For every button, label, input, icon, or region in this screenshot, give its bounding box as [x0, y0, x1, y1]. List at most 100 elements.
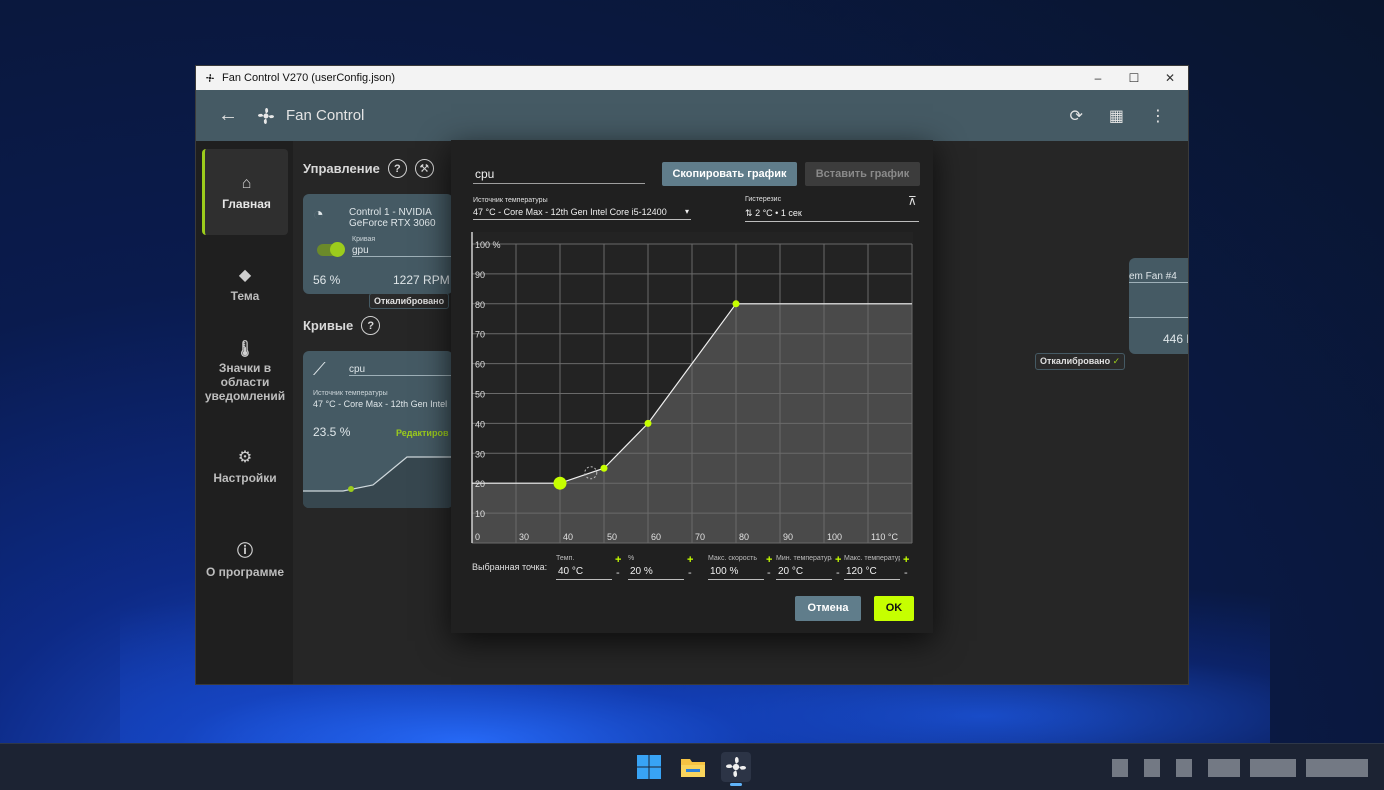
y-tick-label: 60: [475, 360, 485, 370]
y-tick-label: 50: [475, 390, 485, 400]
source-value: 47 °C - Core Max - 12th Gen Intel: [313, 399, 448, 409]
controls-title-text: Управление: [303, 161, 380, 176]
max-speed-minus-button[interactable]: -: [767, 567, 771, 579]
x-tick-label: 30: [519, 532, 529, 542]
check-circle-icon: ✓: [1112, 356, 1121, 366]
tray-icon[interactable]: [1250, 759, 1296, 777]
close-button[interactable]: ✕: [1152, 71, 1188, 85]
max-speed-label: Макс. скорость: [708, 555, 758, 562]
y-tick-label: 70: [475, 330, 485, 340]
fan-small-icon: [206, 74, 214, 82]
percent-plus-button[interactable]: +: [687, 554, 693, 566]
refresh-icon[interactable]: ⟳: [1069, 106, 1082, 126]
min-temp-plus-button[interactable]: +: [835, 554, 841, 566]
max-speed-field[interactable]: Макс. скорость 100 %: [708, 555, 764, 580]
x-tick-label: 70: [695, 532, 705, 542]
max-temp-plus-button[interactable]: +: [903, 554, 909, 566]
window-title: Fan Control V270 (userConfig.json): [222, 72, 396, 84]
y-tick-label: 30: [475, 449, 485, 459]
min-temp-field[interactable]: Мин. температура 20 °C: [776, 555, 832, 580]
wrench-icon[interactable]: ⚒: [414, 159, 434, 178]
tray-icon[interactable]: [1176, 759, 1192, 777]
temp-field-value[interactable]: 40 °C: [556, 564, 612, 580]
percent-field[interactable]: % 20 %: [628, 555, 684, 580]
fan-curve-chart[interactable]: 100 %9080706050403020100 30 40 50 60 70 80 90 10…: [471, 232, 913, 544]
sidebar-item-label: Главная: [222, 197, 271, 211]
percent-field-value[interactable]: 20 %: [628, 564, 684, 580]
y-tick-label: 40: [475, 419, 485, 429]
controls-section-title: Управление ? ⚒: [303, 159, 434, 178]
line-chart-icon: ⟋: [313, 359, 326, 379]
tray-icon[interactable]: [1144, 759, 1160, 777]
fan-logo-icon: [258, 107, 274, 124]
temperature-source-select[interactable]: 47 °C - Core Max - 12th Gen Intel Core i…: [473, 207, 691, 220]
sidebar-item-label: Настройки: [213, 471, 277, 485]
x-tick-label: 80: [739, 532, 749, 542]
max-temp-value[interactable]: 120 °C: [844, 564, 900, 580]
curves-section-title: Кривые ?: [303, 316, 381, 335]
minimize-button[interactable]: –: [1080, 71, 1116, 85]
enable-toggle[interactable]: [317, 242, 345, 257]
hysteresis-value: 2 °C • 1 сек: [755, 208, 802, 218]
tray-clock[interactable]: [1306, 759, 1368, 777]
control-name-right: em Fan #4: [1129, 271, 1188, 283]
control-card[interactable]: ◔ Control 1 - NVIDIA GeForce RTX 3060 Кр…: [303, 194, 453, 294]
curve-name-input[interactable]: cpu: [473, 165, 645, 184]
curve-name: cpu: [349, 364, 453, 376]
back-arrow-icon[interactable]: ←: [218, 104, 242, 127]
copy-graph-button[interactable]: Скопировать график: [662, 162, 797, 186]
app-bar: ← Fan Control ⟳ ▦ ⋮: [196, 90, 1188, 141]
help-icon[interactable]: ?: [387, 159, 407, 178]
curve-editor-dialog: cpu Скопировать график Вставить график И…: [451, 140, 933, 633]
sidebar-item-theme[interactable]: ◆ Тема: [202, 265, 288, 303]
collapse-icon[interactable]: ⊼: [908, 194, 917, 208]
sidebar-item-home[interactable]: ⌂ Главная: [202, 149, 288, 235]
calibrated-badge-right: Откалибровано ✓: [1035, 353, 1126, 370]
help-icon[interactable]: ?: [361, 316, 381, 335]
more-vert-icon[interactable]: ⋮: [1150, 106, 1166, 126]
sidebar-item-settings[interactable]: ⚙ Настройки: [202, 447, 288, 485]
tray-icon[interactable]: [1208, 759, 1240, 777]
temp-plus-button[interactable]: +: [615, 554, 621, 566]
sidebar-item-tray-icons[interactable]: 🌡 Значки в области уведомлений: [202, 342, 288, 404]
temp-minus-button[interactable]: -: [616, 567, 620, 579]
windows-start-icon[interactable]: [634, 752, 664, 782]
x-tick-label: 60: [651, 532, 661, 542]
control-card-right[interactable]: em Fan #4 ⋮ ▾ 446 RPM ⌄: [1129, 258, 1188, 354]
curve-select[interactable]: gpu: [352, 245, 452, 257]
maximize-button[interactable]: ☐: [1116, 71, 1152, 85]
min-temp-minus-button[interactable]: -: [836, 567, 840, 579]
min-temp-value[interactable]: 20 °C: [776, 564, 832, 580]
info-icon: ⓘ: [236, 543, 253, 560]
title-bar[interactable]: Fan Control V270 (userConfig.json) – ☐ ✕: [196, 66, 1188, 90]
sidebar-item-about[interactable]: ⓘ О программе: [202, 537, 288, 579]
sidebar-item-label: О программе: [205, 565, 284, 579]
selected-curve-point: [553, 476, 567, 490]
dropdown-arrow-icon: ▾: [684, 207, 689, 216]
max-speed-value[interactable]: 100 %: [708, 564, 764, 580]
y-tick-label: 100 %: [475, 240, 501, 250]
max-temp-field[interactable]: Макс. температура 120 °C: [844, 555, 900, 580]
calibrated-badge: Откалибровано: [369, 293, 450, 309]
x-tick-label: 50: [607, 532, 617, 542]
paste-graph-button[interactable]: Вставить график: [805, 162, 920, 186]
control-rpm-right: 446 RPM: [1163, 332, 1188, 346]
fan-control-taskbar-icon[interactable]: [721, 752, 751, 786]
curve-point: [644, 419, 652, 427]
x-tick-label: 110 °C: [871, 532, 898, 542]
percent-minus-button[interactable]: -: [688, 567, 692, 579]
max-speed-plus-button[interactable]: +: [766, 554, 772, 566]
max-temp-minus-button[interactable]: -: [904, 567, 908, 579]
control-percent: 56 %: [313, 273, 341, 287]
file-explorer-icon[interactable]: [678, 752, 708, 782]
temp-field[interactable]: Темп. 40 °C: [556, 555, 612, 580]
curve-card[interactable]: ⟋ cpu Источник температуры 47 °C - Core …: [303, 351, 453, 508]
dashboard-edit-icon[interactable]: ▦: [1109, 106, 1124, 126]
cancel-button[interactable]: Отмена: [795, 596, 861, 621]
ok-button[interactable]: OK: [874, 596, 914, 621]
hysteresis-field[interactable]: ⇅ 2 °C • 1 сек: [745, 208, 919, 222]
tray-icon[interactable]: [1112, 759, 1128, 777]
sidebar-item-label: Значки в области уведомлений: [204, 361, 286, 403]
control-name-line2: GeForce RTX 3060: [349, 218, 436, 229]
edit-status: Редактиров: [396, 428, 449, 438]
